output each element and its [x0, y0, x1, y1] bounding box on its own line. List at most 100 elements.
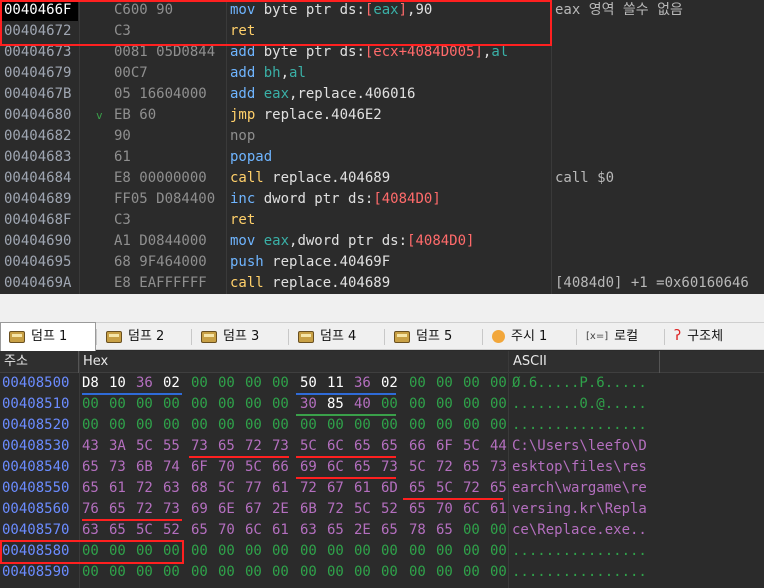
dump-address[interactable]: 00408510 — [2, 394, 69, 415]
hex-byte[interactable]: 61 — [272, 520, 299, 541]
hex-byte[interactable]: 00 — [245, 541, 272, 562]
hex-byte[interactable]: 00 — [163, 394, 190, 415]
hex-byte[interactable]: 6E — [218, 499, 245, 520]
hex-byte[interactable]: 00 — [272, 415, 299, 436]
disasm-row[interactable]: 00404679 00C7 add bh,al — [0, 63, 764, 84]
dump-row[interactable]: 00408560 76 65 72 73 69 6E 67 2E 6B 72 5C 52 65 70 6C 61… — [0, 499, 764, 520]
hex-byte[interactable]: 00 — [272, 373, 299, 394]
hex-byte[interactable]: 00 — [136, 562, 163, 583]
dump-address[interactable]: 00408500 — [2, 373, 69, 394]
hex-byte[interactable]: 65 — [409, 478, 436, 499]
disasm-row[interactable]: 00404690 A1 D0844000 mov eax,dword ptr ds:… — [0, 231, 764, 252]
header-hex[interactable]: Hex — [79, 351, 508, 373]
hex-byte[interactable]: 00 — [300, 415, 327, 436]
disasm-row[interactable]: 00404689 FF05 D084400 inc dword ptr ds:[40… — [0, 189, 764, 210]
hex-byte[interactable]: 00 — [354, 562, 381, 583]
dump-address[interactable]: 00408550 — [2, 478, 69, 499]
hex-byte[interactable]: 72 — [300, 478, 327, 499]
hex-byte[interactable]: 00 — [109, 415, 136, 436]
hex-byte[interactable]: 72 — [327, 499, 354, 520]
hex-byte[interactable]: 2E — [272, 499, 299, 520]
hex-byte[interactable]: 00 — [272, 394, 299, 415]
dump-address[interactable]: 00408540 — [2, 457, 69, 478]
hex-byte[interactable]: 00 — [136, 394, 163, 415]
hex-byte[interactable]: 00 — [218, 394, 245, 415]
hex-byte[interactable]: 00 — [327, 541, 354, 562]
hex-byte[interactable]: 6C — [327, 457, 354, 478]
hex-byte[interactable]: 40 — [354, 394, 381, 415]
hex-byte[interactable]: 65 — [82, 457, 109, 478]
hex-byte[interactable]: 00 — [245, 415, 272, 436]
hex-byte[interactable]: 61 — [109, 478, 136, 499]
disasm-row[interactable]: 00404680 v EB 60 jmp replace.4046E2 — [0, 105, 764, 126]
hex-byte[interactable]: 55 — [163, 436, 190, 457]
hex-dump-pane[interactable]: 주소 Hex ASCII 00408500 D8 10 36 02 00 00 00 00 50 1… — [0, 351, 764, 588]
hex-byte[interactable]: 00 — [381, 394, 408, 415]
hex-byte[interactable]: 00 — [436, 415, 463, 436]
hex-byte[interactable]: 00 — [218, 562, 245, 583]
dump-address[interactable]: 00408530 — [2, 436, 69, 457]
hex-byte[interactable]: 00 — [327, 562, 354, 583]
hex-byte[interactable]: 73 — [272, 436, 299, 457]
hex-byte[interactable]: 72 — [136, 499, 163, 520]
hex-byte[interactable]: 73 — [381, 457, 408, 478]
disassembly-pane[interactable]: 0040466F C600 90 mov byte ptr ds:[eax],90 e… — [0, 0, 764, 294]
hex-byte[interactable]: 5C — [136, 520, 163, 541]
hex-byte[interactable]: 65 — [436, 520, 463, 541]
hex-byte[interactable]: 00 — [218, 541, 245, 562]
hex-byte[interactable]: 5C — [436, 478, 463, 499]
hex-byte[interactable]: 6B — [300, 499, 327, 520]
hex-byte[interactable]: 36 — [354, 373, 381, 394]
hex-byte[interactable]: 00 — [191, 541, 218, 562]
instruction-address[interactable]: 0040469A — [4, 273, 71, 294]
hex-byte[interactable]: 00 — [191, 562, 218, 583]
hex-byte[interactable]: 65 — [82, 478, 109, 499]
hex-byte[interactable]: 5C — [245, 457, 272, 478]
hex-byte[interactable]: 00 — [218, 415, 245, 436]
hex-byte[interactable]: 00 — [436, 373, 463, 394]
dump-row[interactable]: 00408590 00 00 00 00 00 00 00 00 00 00 00 00 00 00 00 00… — [0, 562, 764, 583]
hex-byte[interactable]: 00 — [381, 562, 408, 583]
hex-byte[interactable]: 66 — [272, 457, 299, 478]
instruction-address[interactable]: 00404680 — [4, 105, 71, 126]
hex-byte[interactable]: 00 — [163, 415, 190, 436]
hex-byte[interactable]: 70 — [436, 499, 463, 520]
hex-byte[interactable]: 65 — [191, 520, 218, 541]
disasm-row[interactable]: 0040469A E8 EAFFFFFF call replace.404689 [4… — [0, 273, 764, 294]
hex-byte[interactable]: 65 — [354, 436, 381, 457]
hex-byte[interactable]: 65 — [409, 499, 436, 520]
hex-byte[interactable]: 5C — [463, 436, 490, 457]
instruction-address[interactable]: 00404690 — [4, 231, 71, 252]
hex-byte[interactable]: 73 — [163, 499, 190, 520]
hex-byte[interactable]: 65 — [463, 457, 490, 478]
dump-row[interactable]: 00408550 65 61 72 63 68 5C 77 61 72 67 61 6D 65 5C 72 65… — [0, 478, 764, 499]
hex-byte[interactable]: 00 — [136, 415, 163, 436]
hex-byte[interactable]: 36 — [136, 373, 163, 394]
hex-byte[interactable]: 00 — [354, 415, 381, 436]
hex-byte[interactable]: 66 — [409, 436, 436, 457]
dump-address[interactable]: 00408560 — [2, 499, 69, 520]
hex-byte[interactable]: 30 — [300, 394, 327, 415]
hex-byte[interactable]: 00 — [436, 394, 463, 415]
tab-dump-8[interactable]: ʔ 구조체 — [666, 323, 756, 350]
hex-byte[interactable]: 00 — [409, 562, 436, 583]
hex-byte[interactable]: 00 — [381, 415, 408, 436]
hex-byte[interactable]: 6C — [327, 436, 354, 457]
tab-dump-2[interactable]: 덤프 2 — [98, 323, 191, 350]
disasm-row[interactable]: 00404683 61 popad — [0, 147, 764, 168]
hex-byte[interactable]: 00 — [409, 373, 436, 394]
hex-byte[interactable]: 00 — [463, 541, 490, 562]
disasm-row[interactable]: 00404695 68 9F464000 push replace.40469F — [0, 252, 764, 273]
instruction-address[interactable]: 00404683 — [4, 147, 71, 168]
hex-byte[interactable]: 00 — [245, 562, 272, 583]
hex-byte[interactable]: 00 — [272, 541, 299, 562]
hex-byte[interactable]: 00 — [218, 373, 245, 394]
hex-byte[interactable]: 52 — [163, 520, 190, 541]
hex-byte[interactable]: 69 — [300, 457, 327, 478]
hex-byte[interactable]: 00 — [245, 394, 272, 415]
hex-byte[interactable]: 69 — [191, 499, 218, 520]
instruction-address[interactable]: 00404695 — [4, 252, 71, 273]
hex-byte[interactable]: 00 — [82, 415, 109, 436]
instruction-address[interactable]: 0040467B — [4, 84, 71, 105]
hex-byte[interactable]: 73 — [109, 457, 136, 478]
